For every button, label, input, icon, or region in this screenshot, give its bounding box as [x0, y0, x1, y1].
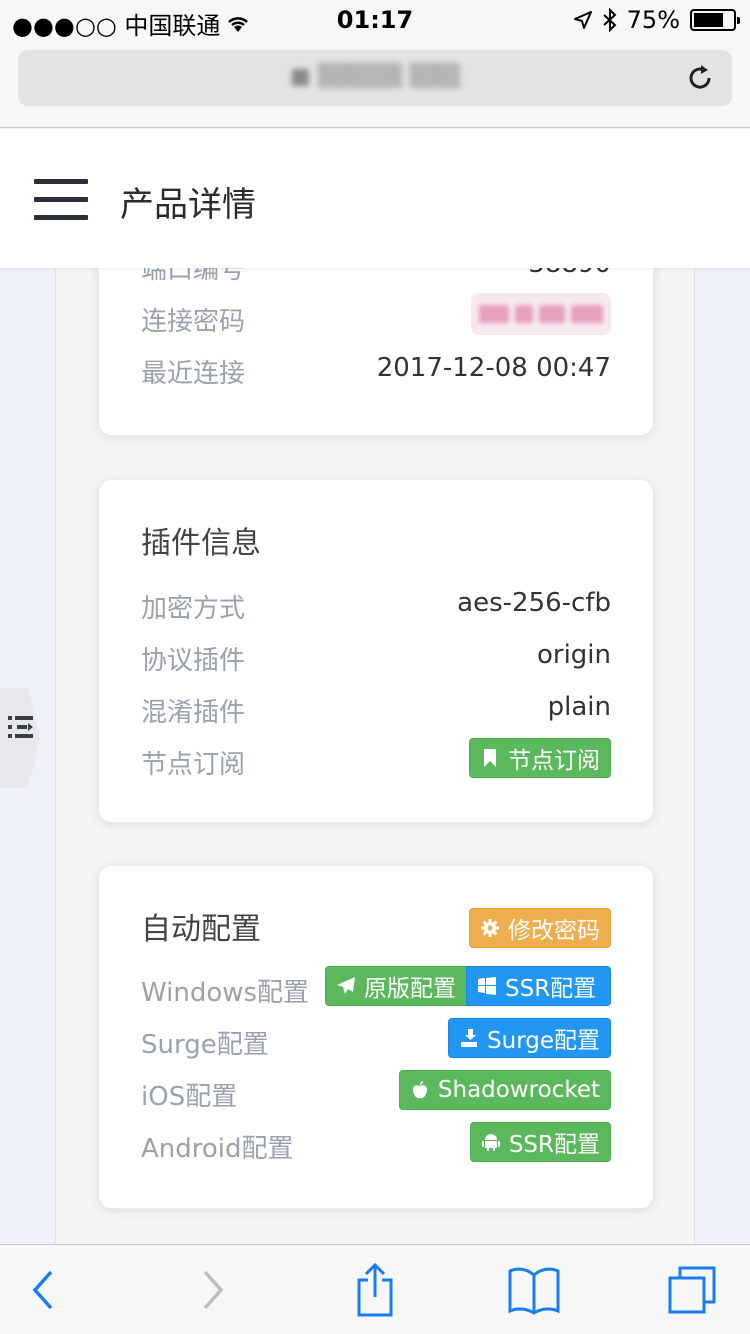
- share-icon: [357, 1263, 393, 1317]
- row-label: Android配置: [141, 1134, 294, 1164]
- change-password-button[interactable]: 修改密码: [469, 908, 611, 948]
- info-row-last-connection: 最近连接 2017-12-08 00:47: [141, 349, 611, 389]
- battery-level-fill: [694, 13, 723, 27]
- info-row-port: 端口编号 38890: [141, 268, 611, 285]
- info-row-encryption: 加密方式 aes-256-cfb: [141, 584, 611, 624]
- row-value: plain: [547, 692, 611, 722]
- browser-address-area: ■ ▒▒▒▒▒ ▒▒▒: [0, 40, 750, 128]
- button-label: Shadowrocket: [437, 1077, 600, 1103]
- row-label: 加密方式: [141, 594, 246, 624]
- content-column: 端口编号 38890 连接密码 最近连接 2017-12-08 00:47 插件…: [55, 268, 695, 1244]
- row-label: 连接密码: [141, 307, 246, 337]
- battery-percent: 75%: [626, 6, 680, 34]
- bookmark-icon: [484, 749, 496, 767]
- button-label: 原版配置: [364, 976, 456, 1002]
- android-ssr-config-button[interactable]: SSR配置: [469, 1122, 611, 1162]
- button-label: Surge配置: [487, 1028, 600, 1054]
- auto-config-card: 自动配置 修改密码 Windows配置 原版配置 SSR配置 Surge配置 S…: [98, 865, 654, 1209]
- row-label: 最近连接: [141, 359, 246, 389]
- battery-icon: [690, 9, 740, 31]
- config-row-surge: Surge配置 Surge配置: [141, 1018, 611, 1060]
- password-value-blurred: [471, 293, 611, 335]
- android-icon: [481, 1134, 500, 1151]
- info-row-obfs: 混淆插件 plain: [141, 688, 611, 728]
- info-row-password: 连接密码: [141, 293, 611, 337]
- bluetooth-icon: [602, 8, 617, 32]
- address-bar[interactable]: ■ ▒▒▒▒▒ ▒▒▒: [18, 50, 732, 106]
- book-icon: [508, 1267, 560, 1315]
- row-value: aes-256-cfb: [457, 588, 611, 618]
- chevron-left-icon: [32, 1270, 53, 1310]
- tabs-icon: [668, 1266, 716, 1314]
- row-label: Windows配置: [141, 978, 310, 1008]
- info-row-protocol: 协议插件 origin: [141, 636, 611, 676]
- reload-icon[interactable]: [684, 62, 716, 94]
- surge-config-button[interactable]: Surge配置: [448, 1018, 611, 1058]
- row-label: 端口编号: [141, 268, 246, 285]
- browser-toolbar: [0, 1244, 750, 1334]
- row-label: 节点订阅: [141, 750, 246, 780]
- row-value: origin: [536, 640, 611, 670]
- info-row-subscription: 节点订阅 节点订阅: [141, 738, 611, 780]
- paper-plane-icon: [337, 977, 355, 994]
- row-label: 混淆插件: [141, 698, 246, 728]
- config-row-ios: iOS配置 Shadowrocket: [141, 1070, 611, 1112]
- url-text[interactable]: ■ ▒▒▒▒▒ ▒▒▒: [18, 64, 732, 89]
- side-panel-toggle[interactable]: [0, 688, 40, 788]
- page-header: 产品详情: [0, 129, 750, 268]
- share-button[interactable]: [347, 1263, 403, 1317]
- chevron-right-icon: [203, 1270, 224, 1310]
- tabs-button[interactable]: [664, 1265, 720, 1315]
- status-bar: ●●●○○ 中国联通 01:17 75%: [0, 0, 750, 40]
- forward-button[interactable]: [184, 1265, 240, 1315]
- import-icon: [461, 1029, 478, 1047]
- location-icon: [573, 11, 592, 29]
- config-row-android: Android配置 SSR配置: [141, 1122, 611, 1164]
- list-indent-icon: [8, 716, 33, 738]
- card-title: 自动配置: [141, 912, 261, 947]
- row-value: 2017-12-08 00:47: [376, 353, 611, 383]
- button-label: 修改密码: [508, 918, 600, 944]
- config-row-windows: Windows配置 原版配置 SSR配置: [141, 966, 611, 1008]
- row-label: Surge配置: [141, 1030, 269, 1060]
- menu-icon[interactable]: [34, 179, 88, 221]
- row-value: 38890: [528, 268, 611, 279]
- card-title: 插件信息: [141, 526, 261, 561]
- windows-original-config-button[interactable]: 原版配置: [325, 966, 467, 1006]
- windows-ssr-config-button[interactable]: SSR配置: [466, 966, 611, 1006]
- bookmarks-button[interactable]: [506, 1265, 562, 1315]
- row-label: 协议插件: [141, 646, 246, 676]
- windows-icon: [478, 977, 496, 995]
- apple-icon: [412, 1081, 428, 1099]
- back-button[interactable]: [16, 1265, 72, 1315]
- button-label: 节点订阅: [508, 748, 600, 774]
- button-label: SSR配置: [508, 1132, 600, 1158]
- shadowrocket-button[interactable]: Shadowrocket: [398, 1070, 611, 1110]
- row-label: iOS配置: [141, 1082, 238, 1112]
- node-subscription-button[interactable]: 节点订阅: [469, 738, 611, 778]
- page-title: 产品详情: [120, 185, 256, 225]
- plugin-info-card: 插件信息 加密方式 aes-256-cfb 协议插件 origin 混淆插件 p…: [98, 479, 654, 823]
- button-label: SSR配置: [505, 976, 597, 1002]
- gear-icon: [481, 919, 499, 937]
- connection-card: 端口编号 38890 连接密码 最近连接 2017-12-08 00:47: [98, 268, 654, 436]
